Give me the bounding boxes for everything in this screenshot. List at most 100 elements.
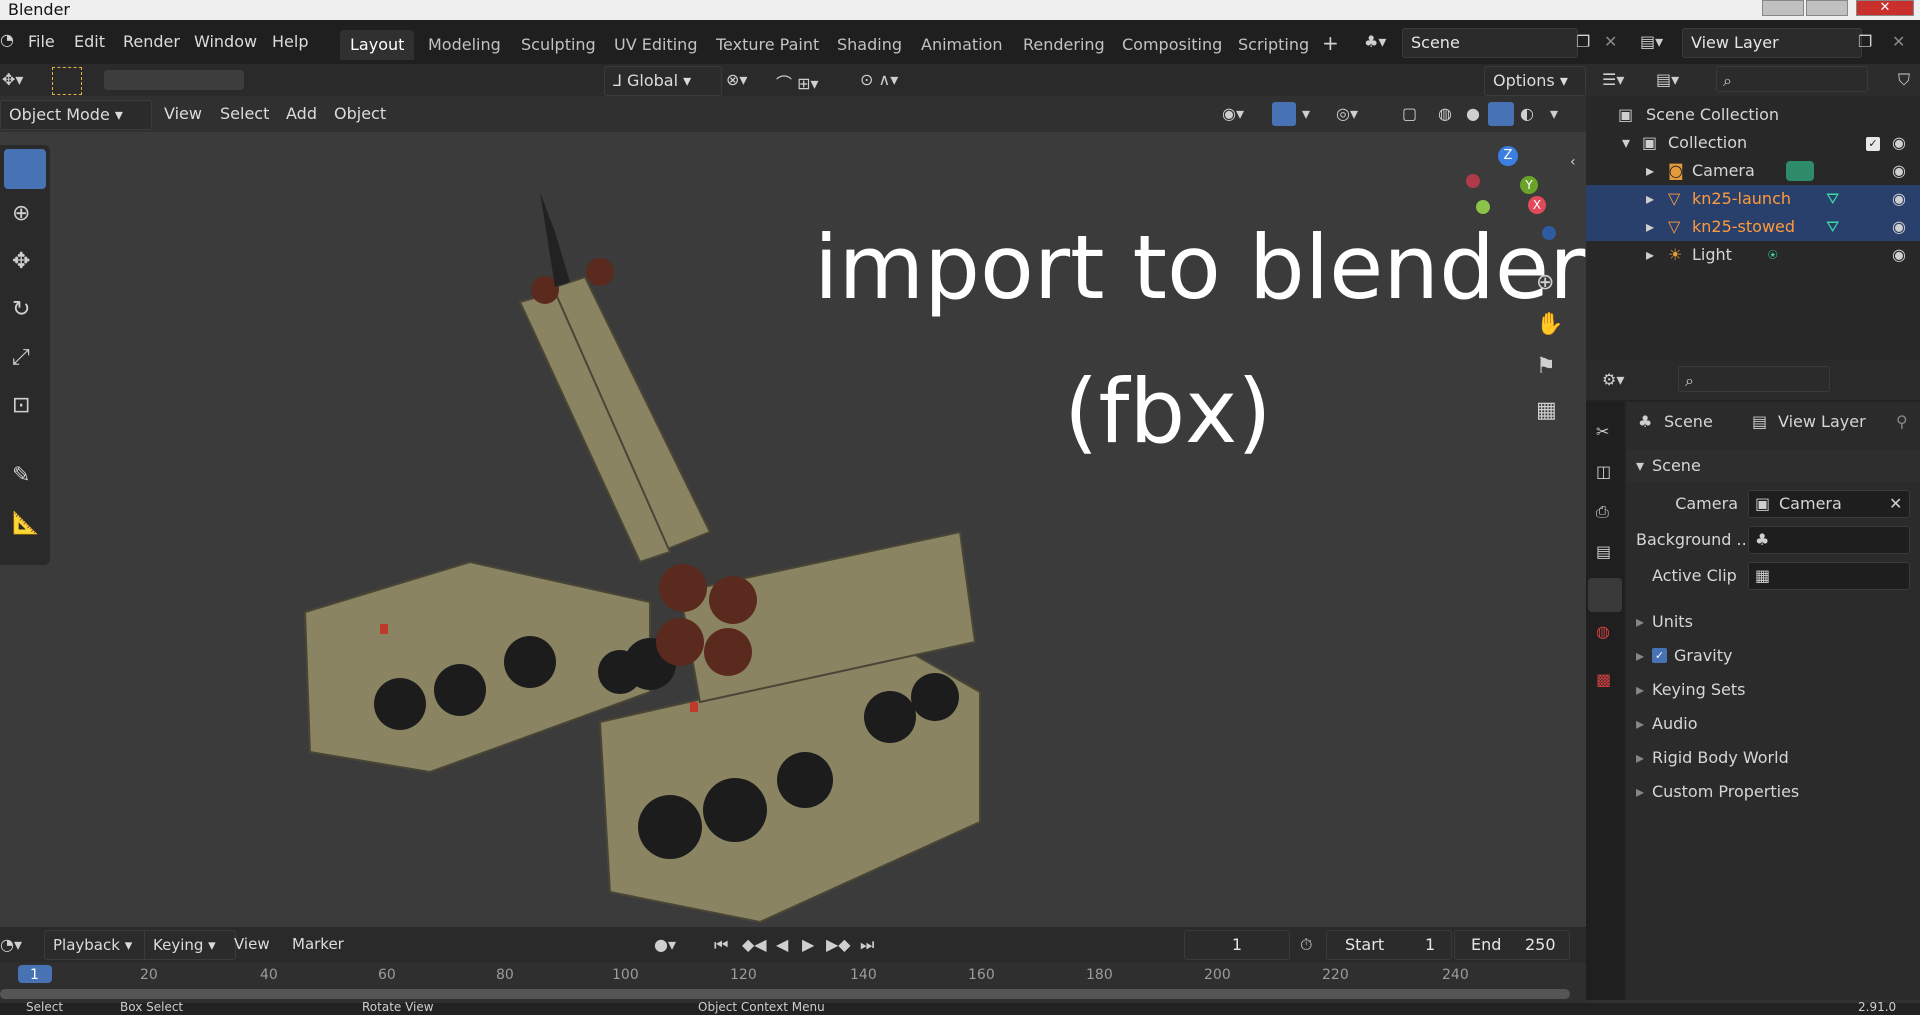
subpanel-keying-sets[interactable]: ▸ Keying Sets <box>1626 674 1920 706</box>
light-data-icon[interactable]: ⍟ <box>1768 241 1778 269</box>
prev-keyframe-icon[interactable]: ◆◀ <box>742 935 767 954</box>
shading-options-icon[interactable]: ▾ <box>1550 104 1558 123</box>
playback-menu[interactable]: Playback ▾ <box>44 930 154 960</box>
jump-end-icon[interactable]: ⏭ <box>860 935 874 955</box>
eye-icon[interactable]: ◉ <box>1892 185 1906 213</box>
timeline-menu-marker[interactable]: Marker <box>292 930 344 958</box>
outliner-search-input[interactable]: ⌕ <box>1716 66 1868 92</box>
expand-chevron-icon[interactable]: ▾ <box>1622 129 1630 157</box>
transform-tool-icon[interactable]: ⊡ <box>12 393 30 418</box>
menu-edit[interactable]: Edit <box>74 20 105 64</box>
timeline-ruler[interactable]: 1 20 40 60 80 100 120 140 160 180 200 22… <box>0 963 1586 1005</box>
active-clip-field[interactable]: ▦ <box>1748 562 1910 590</box>
visibility-icon[interactable]: ◉▾ <box>1222 104 1244 123</box>
outliner-row-scene-collection[interactable]: ▣ Scene Collection <box>1586 101 1920 129</box>
measure-tool-icon[interactable]: 📐 <box>12 511 39 536</box>
rendered-shading-icon[interactable]: ◐ <box>1520 104 1534 123</box>
timeline-scrollbar[interactable] <box>0 989 1570 999</box>
background-field[interactable]: ♣ <box>1748 526 1910 554</box>
annotate-tool-icon[interactable]: ✎ <box>12 463 30 488</box>
axis-neg-x[interactable] <box>1466 174 1480 188</box>
tool-tab-icon[interactable]: ✂ <box>1596 422 1609 441</box>
scene-panel-header[interactable]: ▾ Scene <box>1626 450 1920 482</box>
current-frame-field[interactable]: 1 <box>1184 930 1290 960</box>
tab-uv-editing[interactable]: UV Editing <box>604 30 707 60</box>
properties-editor-type-icon[interactable]: ⚙▾ <box>1602 370 1624 389</box>
remove-scene-icon[interactable]: ✕ <box>1604 32 1617 51</box>
mesh-data-icon[interactable]: ⛛ <box>1826 185 1839 213</box>
pivot-point-icon[interactable]: ⊗▾ <box>726 70 747 89</box>
subpanel-audio[interactable]: ▸ Audio <box>1626 708 1920 740</box>
options-dropdown[interactable]: Options ▾ <box>1484 66 1586 96</box>
filter-icon[interactable]: ⛉ <box>1898 70 1910 90</box>
snap-icon[interactable]: ⌒ ⊞▾ <box>776 70 819 94</box>
3d-viewport[interactable]: import to blender (fbx) Z Y X ⊕ ✋ ⚑ ▦ ‹ <box>0 132 1586 927</box>
keying-menu[interactable]: Keying ▾ <box>144 930 236 960</box>
expand-arrow-icon[interactable]: ▸ <box>1646 157 1654 185</box>
outliner-row-camera[interactable]: ▸ ◙ Camera ◉ <box>1586 157 1920 185</box>
menu-render[interactable]: Render <box>123 20 180 64</box>
eye-icon[interactable]: ◉ <box>1892 157 1906 185</box>
new-view-layer-icon[interactable]: ❐ <box>1858 32 1872 51</box>
object-mode-dropdown[interactable]: Object Mode ▾ <box>0 100 152 130</box>
subpanel-units[interactable]: ▸ Units <box>1626 606 1920 638</box>
xray-icon[interactable]: ▢ <box>1402 104 1417 123</box>
eye-icon[interactable]: ◉ <box>1892 213 1906 241</box>
record-icon[interactable]: ●▾ <box>654 935 676 954</box>
axis-y[interactable]: Y <box>1520 176 1538 194</box>
axis-neg-z[interactable] <box>1542 226 1556 240</box>
gizmo-dropdown-icon[interactable]: ▾ <box>1302 104 1310 123</box>
sidebar-toggle-icon[interactable]: ‹ <box>1570 154 1576 170</box>
viewport-menu-add[interactable]: Add <box>286 100 317 128</box>
start-frame-field[interactable]: Start 1 <box>1326 930 1452 960</box>
properties-search-input[interactable]: ⌕ <box>1678 366 1830 392</box>
gizmo-toggle-icon[interactable] <box>1272 102 1296 126</box>
outliner-row-kn25-stowed[interactable]: ▸ ▽ kn25-stowed ⛛ ◉ <box>1586 213 1920 241</box>
blender-logo-icon[interactable]: ◔ <box>0 30 14 49</box>
cursor-tool-icon[interactable]: ⊕ <box>12 201 30 226</box>
display-mode-icon[interactable]: ☰▾ <box>1602 70 1624 89</box>
tab-shading[interactable]: Shading <box>827 30 912 60</box>
mesh-data-icon[interactable]: ⛛ <box>1826 213 1839 241</box>
exclude-checkbox[interactable]: ✓ <box>1866 137 1880 151</box>
scene-selector-icon[interactable]: ♣▾ <box>1364 32 1386 51</box>
tab-compositing[interactable]: Compositing <box>1112 30 1232 60</box>
scene-name-field[interactable]: Scene <box>1402 28 1578 58</box>
minimize-button[interactable] <box>1762 0 1804 16</box>
axis-z[interactable]: Z <box>1498 146 1518 166</box>
camera-field[interactable]: ▣ Camera ✕ <box>1748 490 1910 518</box>
axis-x[interactable]: X <box>1528 196 1546 214</box>
overlay-icon[interactable]: ◎▾ <box>1336 104 1358 123</box>
pin-icon[interactable]: ⚲ <box>1896 406 1908 438</box>
tab-animation[interactable]: Animation <box>911 30 1013 60</box>
outliner-row-kn25-launch[interactable]: ▸ ▽ kn25-launch ⛛ ◉ <box>1586 185 1920 213</box>
solid-shading-icon[interactable]: ● <box>1466 104 1480 123</box>
play-reverse-icon[interactable]: ◀ <box>776 935 788 954</box>
scene-tab-icon[interactable] <box>1588 578 1622 612</box>
move-tool-icon[interactable]: ✥ <box>12 249 30 274</box>
material-shading-icon[interactable] <box>1488 102 1514 126</box>
tab-texture-paint[interactable]: Texture Paint <box>706 30 829 60</box>
transform-orientation-dropdown[interactable]: ⅃ Global ▾ <box>604 66 722 96</box>
viewport-menu-object[interactable]: Object <box>334 100 386 128</box>
expand-arrow-icon[interactable]: ▸ <box>1646 185 1654 213</box>
eye-icon[interactable]: ◉ <box>1892 129 1906 157</box>
clear-field-icon[interactable]: ✕ <box>1889 488 1902 520</box>
world-tab-icon[interactable]: ◍ <box>1596 622 1610 641</box>
menu-file[interactable]: File <box>28 20 55 64</box>
subpanel-custom-properties[interactable]: ▸ Custom Properties <box>1626 776 1920 808</box>
viewport-menu-view[interactable]: View <box>164 100 202 128</box>
view-layer-selector-icon[interactable]: ▤▾ <box>1640 32 1663 51</box>
add-workspace-icon[interactable]: + <box>1322 31 1339 55</box>
expand-arrow-icon[interactable]: ▸ <box>1646 241 1654 269</box>
end-frame-field[interactable]: End 250 <box>1454 930 1570 960</box>
expand-arrow-icon[interactable]: ▸ <box>1646 213 1654 241</box>
zoom-icon[interactable]: ⊕ <box>1536 270 1554 295</box>
subpanel-gravity[interactable]: ▸ ✓ Gravity <box>1626 640 1920 672</box>
close-window-button[interactable]: ✕ <box>1856 0 1914 16</box>
outliner-row-collection[interactable]: ▾ ▣ Collection ✓ ◉ <box>1586 129 1920 157</box>
play-icon[interactable]: ▶ <box>802 935 814 954</box>
tab-scripting[interactable]: Scripting <box>1228 30 1319 60</box>
select-tool-icon[interactable] <box>52 67 82 95</box>
perspective-grid-icon[interactable]: ▦ <box>1536 398 1557 423</box>
